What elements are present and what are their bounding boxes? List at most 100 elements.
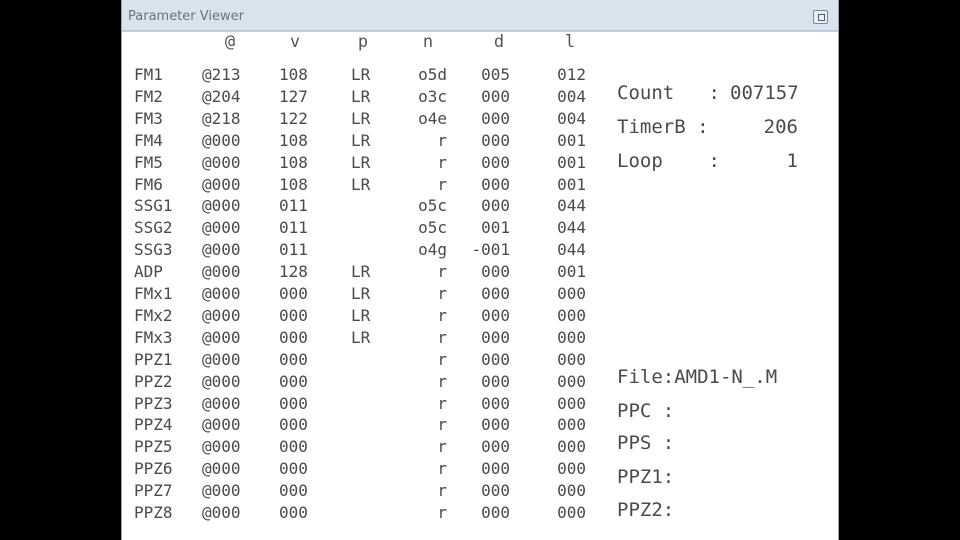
channel-name: FM3 [134, 108, 163, 128]
detune-value: 000 [481, 371, 510, 391]
note-value: r [437, 327, 447, 347]
tone-number: @218 [202, 108, 241, 128]
note-value: r [437, 174, 447, 194]
volume-value: 000 [279, 349, 308, 369]
table-row: PPZ6 @000 000 r 000 000 [122, 459, 592, 481]
length-value: 001 [557, 174, 586, 194]
volume-value: 108 [279, 174, 308, 194]
volume-value: 011 [279, 218, 308, 238]
detune-value: 000 [481, 503, 510, 522]
volume-value: 127 [279, 86, 308, 106]
channel-name: PPZ6 [134, 459, 173, 479]
table-row: FMx3 @000 000 LR r 000 000 [122, 328, 592, 350]
tone-number: @000 [202, 130, 241, 150]
table-row: FM1 @213 108 LR o5d 005 012 [122, 65, 592, 87]
pan-value: LR [351, 152, 371, 172]
length-value: 000 [557, 503, 586, 522]
count-label: Count : [617, 82, 720, 104]
length-value: 044 [557, 218, 586, 238]
volume-value: 128 [279, 262, 308, 282]
detune-value: 005 [481, 65, 510, 84]
volume-value: 011 [279, 196, 308, 216]
note-value: r [437, 130, 447, 150]
volume-value: 000 [279, 415, 308, 435]
length-value: 001 [557, 130, 586, 150]
length-value: 000 [557, 459, 586, 479]
tone-number: @000 [202, 218, 241, 238]
length-value: 000 [557, 393, 586, 413]
channel-name: PPZ3 [134, 393, 173, 413]
column-header-v: v [289, 32, 301, 52]
volume-value: 000 [279, 327, 308, 347]
length-value: 000 [557, 371, 586, 391]
count-value: 007157 [730, 82, 799, 104]
volume-value: 122 [279, 108, 308, 128]
length-value: 000 [557, 437, 586, 457]
tone-number: @000 [202, 284, 241, 303]
length-value: 004 [557, 86, 586, 106]
length-value: 012 [557, 65, 586, 84]
volume-value: 108 [279, 152, 308, 172]
note-value: o4g [418, 240, 447, 260]
length-value: 000 [557, 415, 586, 435]
note-value: o4e [418, 108, 447, 128]
pan-value: LR [351, 65, 371, 84]
detune-value: 000 [481, 108, 510, 128]
note-value: o3c [418, 86, 447, 106]
length-value: 001 [557, 152, 586, 172]
parameter-table-area: @ v p n d l FM1 @213 108 LR o5d 005 012 FM2 @204… [122, 31, 838, 540]
volume-value: 000 [279, 284, 308, 303]
table-row: FM5 @000 108 LR r 000 001 [122, 153, 592, 175]
title-bar[interactable]: Parameter Viewer [122, 0, 838, 31]
channel-name: PPZ2 [134, 371, 173, 391]
channel-name: FMx1 [134, 284, 173, 303]
timerb-label: TimerB : [617, 116, 709, 138]
pan-value: LR [351, 130, 371, 150]
table-row: SSG2 @000 011 o5c 001 044 [122, 218, 592, 240]
table-row: FM4 @000 108 LR r 000 001 [122, 131, 592, 153]
restore-window-icon[interactable] [813, 10, 828, 24]
volume-value: 000 [279, 305, 308, 325]
detune-value: 000 [481, 262, 510, 282]
volume-value: 000 [279, 371, 308, 391]
pps-label: PPS : [617, 432, 675, 454]
note-value: r [437, 481, 447, 501]
column-header-n: n [422, 32, 434, 52]
detune-value: 000 [481, 481, 510, 501]
loop-label: Loop : [617, 150, 720, 172]
note-value: o5d [418, 65, 447, 84]
volume-value: 000 [279, 481, 308, 501]
volume-value: 011 [279, 240, 308, 260]
detune-value: 000 [481, 415, 510, 435]
channel-name: PPZ1 [134, 349, 173, 369]
length-value: 000 [557, 481, 586, 501]
table-row: PPZ1 @000 000 r 000 000 [122, 350, 592, 372]
detune-value: 000 [481, 437, 510, 457]
tone-number: @000 [202, 371, 241, 391]
channel-name: FM5 [134, 152, 163, 172]
pan-value: LR [351, 262, 371, 282]
column-header-l: l [564, 32, 576, 52]
loop-value: 1 [786, 150, 798, 172]
file-label: File:AMD1-N_.M [617, 366, 778, 388]
detune-value: 000 [481, 130, 510, 150]
column-header-d: d [493, 32, 505, 52]
channel-name: FM4 [134, 130, 163, 150]
table-row: FM2 @204 127 LR o3c 000 004 [122, 87, 592, 109]
note-value: r [437, 305, 447, 325]
channel-name: SSG3 [134, 240, 173, 260]
table-row: PPZ3 @000 000 r 000 000 [122, 394, 592, 416]
channel-name: FM6 [134, 174, 163, 194]
table-row: PPZ5 @000 000 r 000 000 [122, 437, 592, 459]
detune-value: 001 [481, 218, 510, 238]
ppz2-label: PPZ2: [617, 499, 675, 521]
timerb-value: 206 [763, 116, 798, 138]
table-row: ADP @000 128 LR r 000 001 [122, 262, 592, 284]
table-row: PPZ2 @000 000 r 000 000 [122, 372, 592, 394]
pan-value: LR [351, 174, 371, 194]
tone-number: @000 [202, 262, 241, 282]
length-value: 000 [557, 327, 586, 347]
tone-number: @000 [202, 481, 241, 501]
pan-value: LR [351, 284, 371, 303]
detune-value: 000 [481, 305, 510, 325]
